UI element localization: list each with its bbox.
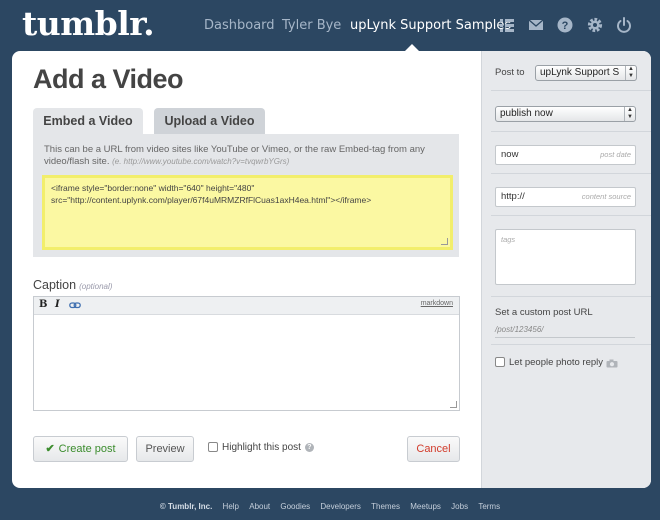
photo-reply-checkbox[interactable] xyxy=(495,357,505,368)
custom-url-input[interactable]: /post/123456/ xyxy=(495,325,635,338)
chevron-updown-icon: ▲ ▼ xyxy=(625,66,636,80)
sidebar-divider xyxy=(491,90,651,91)
highlight-label: Highlight this post xyxy=(222,442,301,453)
gear-icon[interactable] xyxy=(586,16,604,34)
tab-upload-video[interactable]: Upload a Video xyxy=(154,108,265,134)
link-icon[interactable] xyxy=(69,301,81,310)
highlight-post-option[interactable]: Highlight this post? xyxy=(208,442,314,453)
custom-url-label: Set a custom post URL xyxy=(495,307,593,318)
publish-state-select[interactable]: publish now ▲ ▼ xyxy=(495,106,636,122)
page-footer: © Tumblr, Inc. Help About Goodies Develo… xyxy=(0,502,660,511)
embed-code-textarea[interactable]: <iframe style="border:none" width="640" … xyxy=(42,175,453,250)
footer-link-developers[interactable]: Developers xyxy=(320,502,360,511)
footer-link-terms[interactable]: Terms xyxy=(478,502,500,511)
tags-placeholder: tags xyxy=(501,235,516,244)
sidebar-divider xyxy=(491,131,651,132)
content-source-input[interactable]: http:// content source xyxy=(495,187,636,207)
custom-url-placeholder: /post/123456/ xyxy=(495,325,544,334)
cancel-button[interactable]: Cancel xyxy=(407,436,460,462)
embed-panel: This can be a URL from video sites like … xyxy=(33,134,459,257)
nav-user-link[interactable]: Tyler Bye xyxy=(282,18,341,33)
tumblr-logo[interactable]: tumblr. xyxy=(22,4,155,43)
caption-label: Caption (optional) xyxy=(33,278,112,292)
post-date-placeholder: post date xyxy=(600,150,631,159)
svg-text:?: ? xyxy=(562,20,569,32)
post-form-card: Add a Video Embed a Video Upload a Video… xyxy=(12,51,651,488)
post-to-value: upLynk Support S xyxy=(540,67,620,78)
footer-link-meetups[interactable]: Meetups xyxy=(410,502,441,511)
publish-state-value: publish now xyxy=(500,108,553,119)
sidebar-divider xyxy=(491,215,651,216)
embed-code-value: <iframe style="border:none" width="640" … xyxy=(51,183,372,205)
embed-hint-example: (e. http://www.youtube.com/watch?v=tvqwr… xyxy=(112,157,290,166)
tab-embed-video[interactable]: Embed a Video xyxy=(33,108,143,134)
post-date-input[interactable]: now post date xyxy=(495,145,636,165)
camera-icon xyxy=(606,359,618,368)
embed-hint: This can be a URL from video sites like … xyxy=(44,144,449,168)
caption-label-text: Caption xyxy=(33,278,77,292)
italic-button[interactable]: I xyxy=(55,299,60,310)
footer-link-themes[interactable]: Themes xyxy=(371,502,400,511)
footer-link-help[interactable]: Help xyxy=(223,502,239,511)
create-post-label: Create post xyxy=(58,443,116,455)
footer-link-goodies[interactable]: Goodies xyxy=(280,502,310,511)
photo-reply-option[interactable]: Let people photo reply xyxy=(495,357,603,368)
question-icon[interactable]: ? xyxy=(304,442,314,452)
copyright-text: © Tumblr, Inc. xyxy=(159,502,213,511)
nav-dashboard-link[interactable]: Dashboard xyxy=(204,18,275,33)
resize-grip-icon[interactable] xyxy=(441,238,448,245)
power-icon[interactable] xyxy=(615,16,633,34)
mail-icon[interactable] xyxy=(527,16,545,34)
content-source-value: http:// xyxy=(501,191,525,202)
bold-button[interactable]: B xyxy=(39,299,47,310)
caption-optional-label: (optional) xyxy=(79,282,113,291)
nav-blog-link[interactable]: upLynk Support Samples xyxy=(350,18,511,33)
post-to-label: Post to xyxy=(495,67,525,78)
markdown-link[interactable]: markdown xyxy=(421,300,453,307)
tags-input[interactable]: tags xyxy=(495,229,636,285)
photo-reply-label: Let people photo reply xyxy=(509,357,604,368)
post-to-select[interactable]: upLynk Support S ▲ ▼ xyxy=(535,65,637,81)
nav-pointer xyxy=(405,44,419,51)
create-post-button[interactable]: ✔ Create post xyxy=(33,436,128,462)
checkmark-icon: ✔ xyxy=(45,443,55,455)
chevron-updown-icon: ▲ ▼ xyxy=(624,107,635,121)
page-title: Add a Video xyxy=(33,64,184,94)
list-icon[interactable] xyxy=(498,16,516,34)
resize-grip-icon[interactable] xyxy=(450,401,457,408)
sidebar-divider xyxy=(491,344,651,345)
editor-toolbar: B I markdown xyxy=(34,297,459,315)
footer-link-jobs[interactable]: Jobs xyxy=(451,502,468,511)
help-icon[interactable]: ? xyxy=(556,16,574,34)
sidebar-divider xyxy=(491,296,651,297)
post-date-value: now xyxy=(501,149,519,160)
footer-link-about[interactable]: About xyxy=(249,502,270,511)
highlight-checkbox[interactable] xyxy=(208,442,218,453)
sidebar-divider xyxy=(491,173,651,174)
caption-editor[interactable]: B I markdown xyxy=(33,296,460,411)
preview-button[interactable]: Preview xyxy=(136,436,194,462)
content-source-placeholder: content source xyxy=(581,192,631,201)
